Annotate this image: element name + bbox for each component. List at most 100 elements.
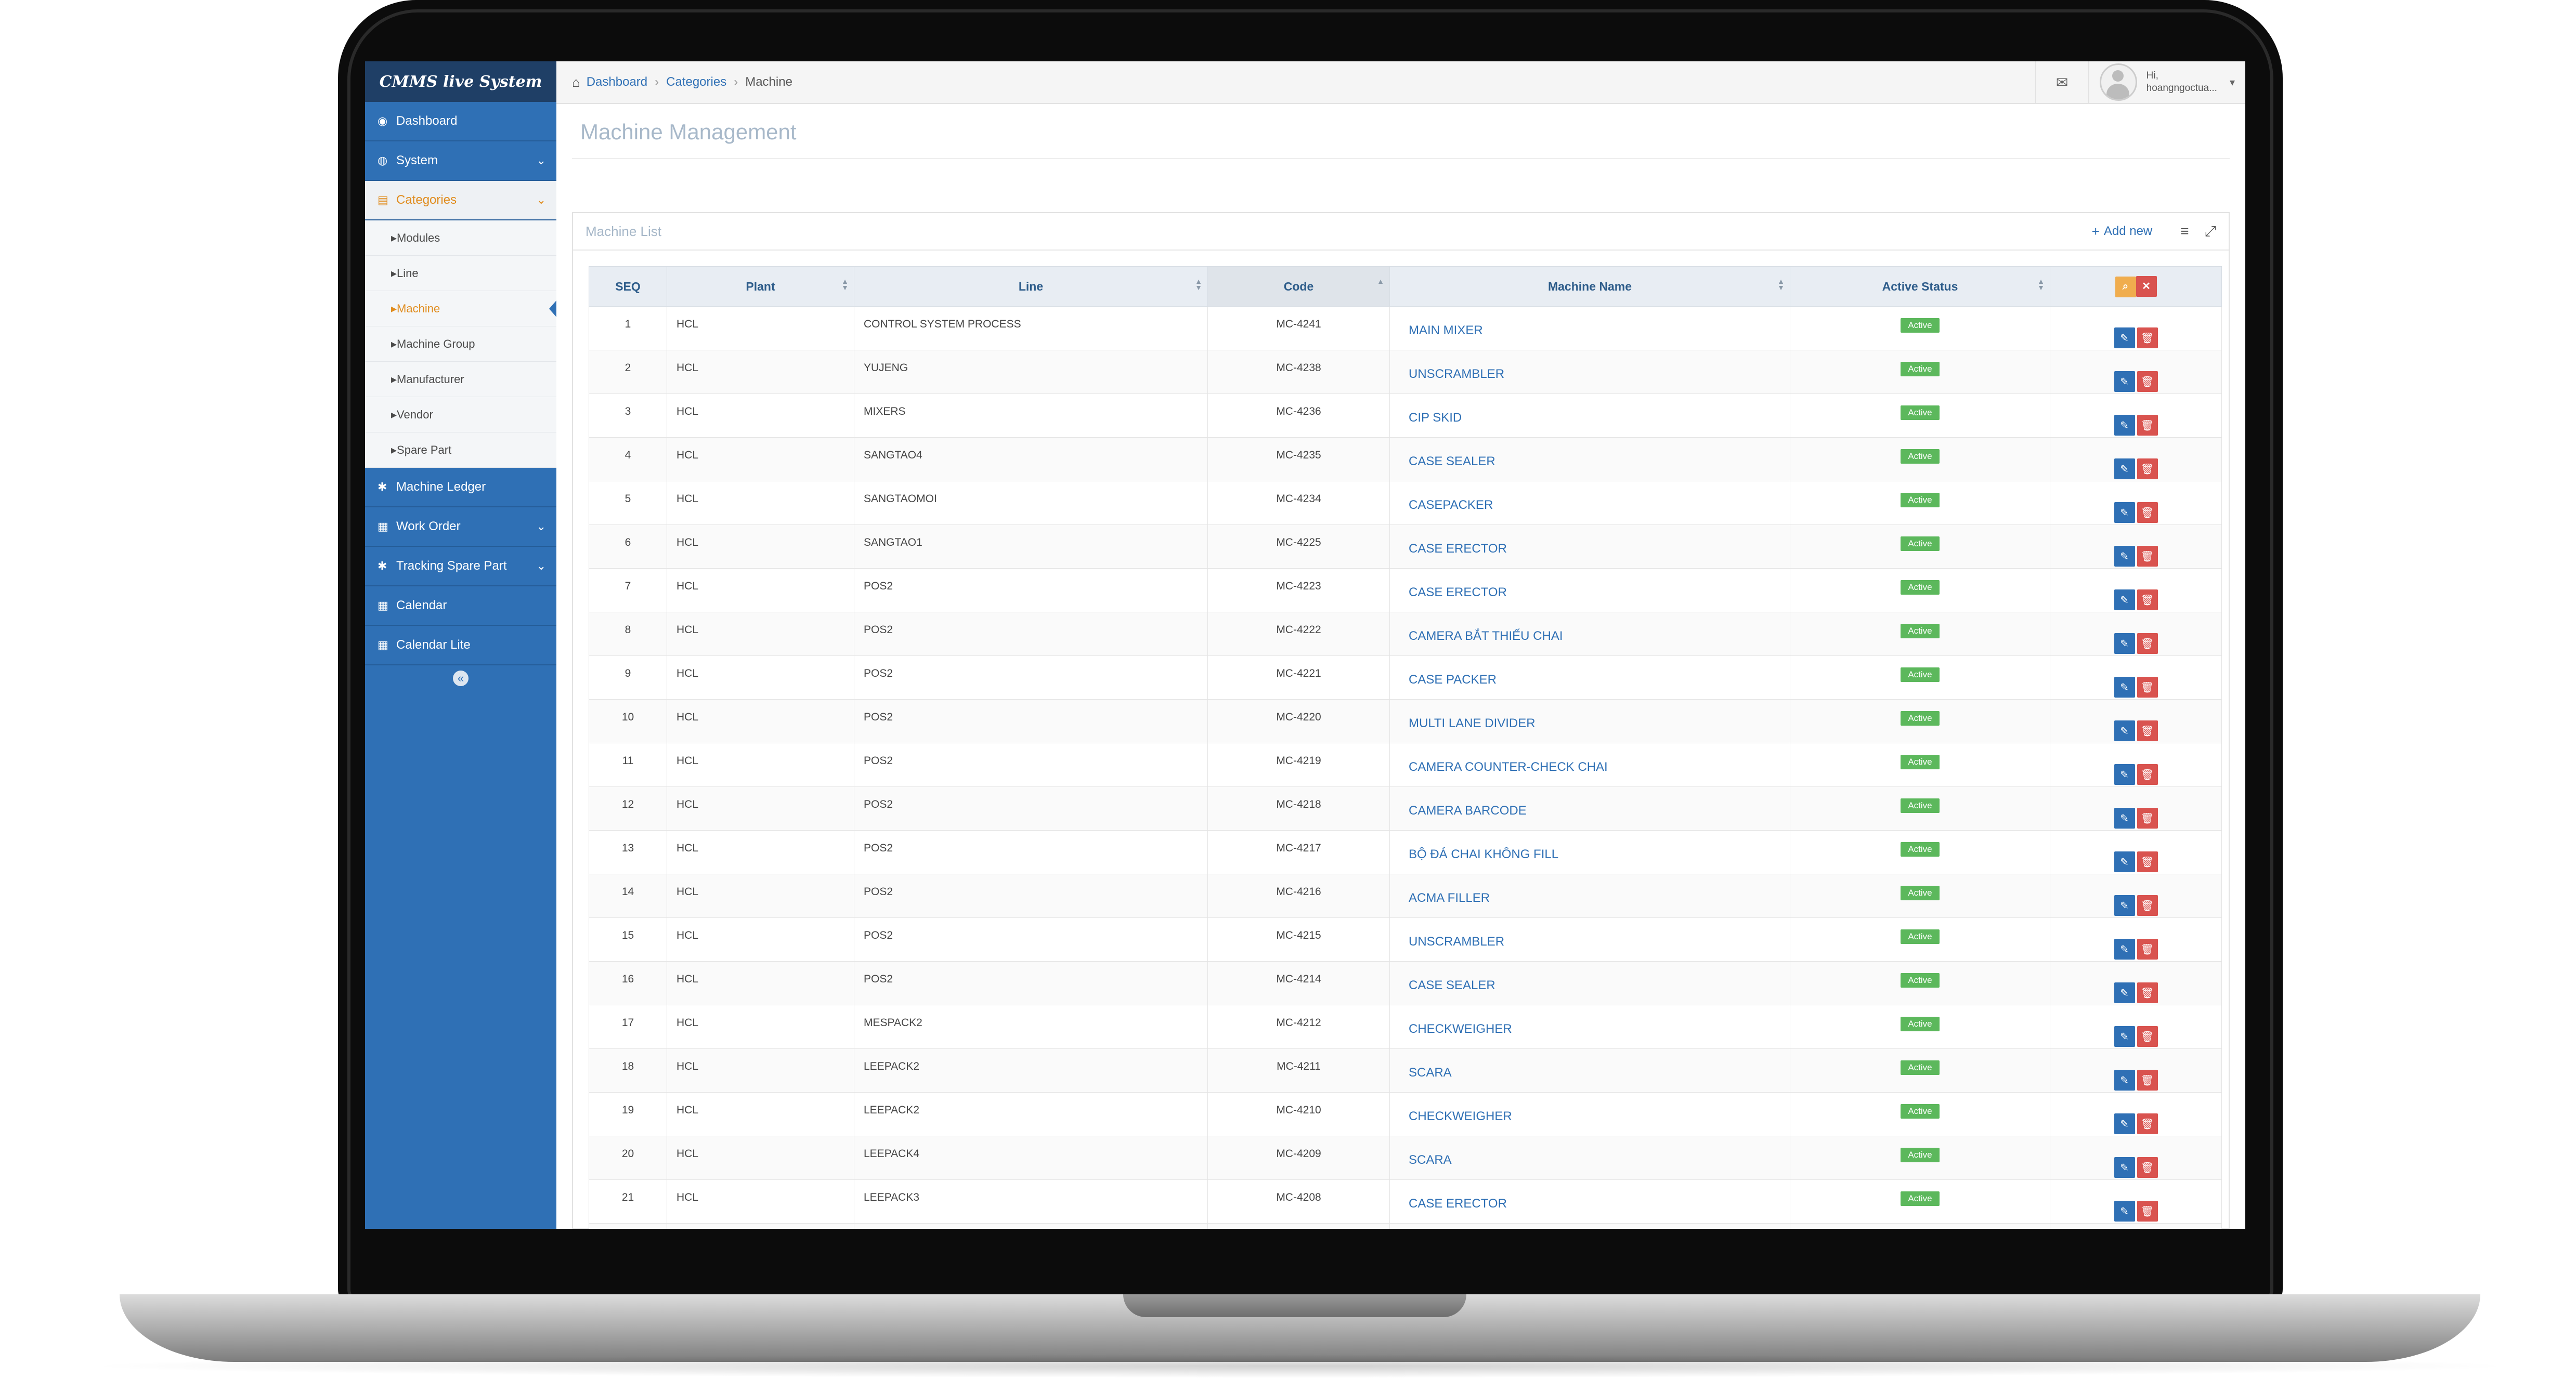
delete-icon[interactable]: 🗑: [2137, 371, 2158, 392]
delete-icon[interactable]: 🗑: [2137, 415, 2158, 436]
submenu-item-vendor[interactable]: ▸ Vendor: [365, 397, 556, 432]
cell-machine-name-link[interactable]: CASE PACKER: [1389, 655, 1790, 700]
delete-icon[interactable]: 🗑: [2137, 589, 2158, 610]
edit-icon[interactable]: ✎: [2114, 939, 2135, 960]
edit-icon[interactable]: ✎: [2114, 371, 2135, 392]
header-line[interactable]: Line ▲ ▼: [854, 266, 1208, 307]
delete-icon[interactable]: 🗑: [2137, 546, 2158, 567]
edit-icon[interactable]: ✎: [2114, 1201, 2135, 1222]
cell-machine-name-link[interactable]: CASE SEALER: [1389, 961, 1790, 1005]
submenu-item-modules[interactable]: ▸ Modules: [365, 220, 556, 256]
delete-icon[interactable]: 🗑: [2137, 502, 2158, 523]
delete-icon[interactable]: 🗑: [2137, 939, 2158, 960]
cell-machine-name-link[interactable]: CASE ERECTOR: [1389, 524, 1790, 569]
cogs-icon: ✱: [378, 480, 387, 493]
edit-icon[interactable]: ✎: [2114, 764, 2135, 785]
cell-machine-name-link[interactable]: CAMERA BẮT THIẾU CHAI: [1389, 612, 1790, 656]
expand-icon[interactable]: ⤢: [2205, 223, 2216, 240]
edit-icon[interactable]: ✎: [2114, 633, 2135, 654]
delete-icon[interactable]: 🗑: [2137, 895, 2158, 916]
edit-icon[interactable]: ✎: [2114, 1026, 2135, 1047]
add-new-button[interactable]: Add new: [2104, 224, 2152, 239]
cell-machine-name-link[interactable]: MULTI LANE DIVIDER: [1389, 699, 1790, 743]
cell-machine-name-link[interactable]: SCARA: [1389, 1136, 1790, 1180]
cell-machine-name-link[interactable]: MAIN MIXER: [1389, 306, 1790, 350]
sidebar-item-system[interactable]: ◍ System ⌄: [365, 141, 556, 181]
submenu-item-manufacturer[interactable]: ▸ Manufacturer: [365, 362, 556, 397]
delete-icon[interactable]: 🗑: [2137, 851, 2158, 872]
submenu-item-spare-part[interactable]: ▸ Spare Part: [365, 432, 556, 468]
cell-machine-name-link[interactable]: UNSCRAMBLER: [1389, 917, 1790, 962]
edit-icon[interactable]: ✎: [2114, 1157, 2135, 1178]
sidebar-item-tracking-spare-part[interactable]: ✱ Tracking Spare Part ⌄: [365, 547, 556, 586]
delete-icon[interactable]: 🗑: [2137, 677, 2158, 698]
plus-icon[interactable]: +: [2092, 224, 2100, 240]
delete-icon[interactable]: 🗑: [2137, 1070, 2158, 1091]
sidebar-item-calendar[interactable]: ▦ Calendar: [365, 586, 556, 626]
delete-icon[interactable]: 🗑: [2137, 720, 2158, 741]
header-code[interactable]: Code ▲: [1207, 266, 1390, 307]
edit-icon[interactable]: ✎: [2114, 327, 2135, 348]
cell-machine-name-link[interactable]: ACMA FILLER: [1389, 874, 1790, 918]
cell-seq: 16: [589, 961, 667, 1005]
header-plant[interactable]: Plant ▲ ▼: [667, 266, 854, 307]
delete-icon[interactable]: 🗑: [2137, 808, 2158, 829]
delete-icon[interactable]: 🗑: [2137, 1113, 2158, 1134]
sidebar-item-calendar-lite[interactable]: ▦ Calendar Lite: [365, 626, 556, 665]
cell-machine-name-link[interactable]: CAMERA BARCODE: [1389, 786, 1790, 831]
collapse-sidebar-icon[interactable]: «: [453, 671, 469, 686]
edit-icon[interactable]: ✎: [2114, 808, 2135, 829]
edit-icon[interactable]: ✎: [2114, 851, 2135, 872]
edit-icon[interactable]: ✎: [2114, 1070, 2135, 1091]
edit-icon[interactable]: ✎: [2114, 589, 2135, 610]
delete-icon[interactable]: 🗑: [2137, 458, 2158, 479]
cell-machine-name-link[interactable]: CASE ERECTOR: [1389, 1179, 1790, 1224]
delete-icon[interactable]: 🗑: [2137, 764, 2158, 785]
delete-icon[interactable]: 🗑: [2137, 1201, 2158, 1222]
edit-icon[interactable]: ✎: [2114, 720, 2135, 741]
edit-icon[interactable]: ✎: [2114, 502, 2135, 523]
delete-icon[interactable]: 🗑: [2137, 1157, 2158, 1178]
cell-machine-name-link[interactable]: CHECKWEIGHER: [1389, 1092, 1790, 1136]
cell-machine-name-link[interactable]: BỘ ĐÁ CHAI KHÔNG FILL: [1389, 830, 1790, 874]
delete-icon[interactable]: 🗑: [2137, 327, 2158, 348]
clear-filter-icon[interactable]: ✕: [2136, 275, 2157, 297]
sidebar-item-work-order[interactable]: ▦ Work Order ⌄: [365, 507, 556, 547]
cell-plant: HCL: [667, 1005, 854, 1049]
cell-machine-name-link[interactable]: SCARA: [1389, 1048, 1790, 1093]
delete-icon[interactable]: 🗑: [2137, 982, 2158, 1003]
cell-machine-name-link[interactable]: CASE SEALER: [1389, 1223, 1790, 1229]
cell-machine-name-link[interactable]: CHECKWEIGHER: [1389, 1005, 1790, 1049]
user-menu[interactable]: Hi, hoangngoctua... ▾: [2088, 61, 2245, 103]
breadcrumb-dashboard[interactable]: Dashboard: [587, 75, 647, 89]
header-machine-name[interactable]: Machine Name ▲ ▼: [1389, 266, 1790, 307]
cell-machine-name-link[interactable]: CASE SEALER: [1389, 437, 1790, 481]
cell-machine-name-link[interactable]: CASE ERECTOR: [1389, 568, 1790, 612]
delete-icon[interactable]: 🗑: [2137, 1026, 2158, 1047]
submenu-item-machine[interactable]: ▸ Machine: [365, 291, 556, 326]
sidebar-item-machine-ledger[interactable]: ✱ Machine Ledger: [365, 468, 556, 507]
edit-icon[interactable]: ✎: [2114, 677, 2135, 698]
cell-machine-name-link[interactable]: CASEPACKER: [1389, 481, 1790, 525]
cell-machine-name-link[interactable]: CAMERA COUNTER-CHECK CHAI: [1389, 743, 1790, 787]
sidebar-item-categories[interactable]: ▤ Categories ⌄: [365, 181, 556, 220]
breadcrumb-categories[interactable]: Categories: [666, 75, 726, 89]
cell-machine-name-link[interactable]: UNSCRAMBLER: [1389, 350, 1790, 394]
search-icon[interactable]: ⌕: [2115, 276, 2136, 297]
edit-icon[interactable]: ✎: [2114, 895, 2135, 916]
submenu-item-machine-group[interactable]: ▸ Machine Group: [365, 326, 556, 362]
edit-icon[interactable]: ✎: [2114, 546, 2135, 567]
header-seq[interactable]: SEQ: [589, 266, 667, 307]
header-active-status[interactable]: Active Status ▲ ▼: [1790, 266, 2050, 307]
edit-icon[interactable]: ✎: [2114, 982, 2135, 1003]
sidebar-item-dashboard[interactable]: ◉ Dashboard: [365, 102, 556, 141]
laptop-shadow: [78, 1354, 2522, 1378]
mail-icon[interactable]: ✉: [2035, 61, 2088, 103]
submenu-item-line[interactable]: ▸ Line: [365, 256, 556, 291]
menu-icon[interactable]: ≡: [2180, 223, 2189, 240]
edit-icon[interactable]: ✎: [2114, 415, 2135, 436]
cell-machine-name-link[interactable]: CIP SKID: [1389, 393, 1790, 438]
edit-icon[interactable]: ✎: [2114, 458, 2135, 479]
delete-icon[interactable]: 🗑: [2137, 633, 2158, 654]
edit-icon[interactable]: ✎: [2114, 1113, 2135, 1134]
